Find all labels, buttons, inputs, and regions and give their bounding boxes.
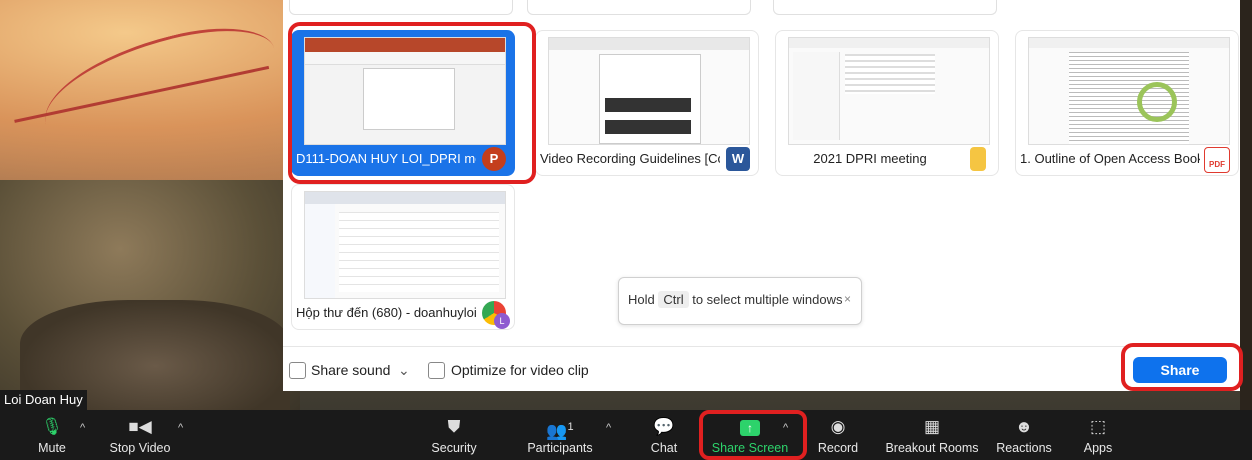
window-preview [548,37,750,145]
shield-icon: ⛊ [447,417,461,436]
window-preview [1028,37,1230,145]
window-tile-chrome[interactable]: Hộp thư đến (680) - doanhuyloid... L [291,184,515,330]
folder-icon [970,147,986,171]
window-title: 2021 DPRI meeting [813,151,927,166]
breakout-rooms-button[interactable]: ▦ Breakout Rooms [880,410,984,460]
apps-button[interactable]: ⬚ Apps [1078,410,1118,460]
apps-icon: ⬚ [1089,417,1107,436]
window-tile-pdf[interactable]: 1. Outline of Open Access Book (... PDF [1015,30,1239,176]
pdf-icon: PDF [1204,147,1230,173]
optimize-video-checkbox[interactable] [428,362,445,379]
optimize-video-label: Optimize for video clip [451,362,589,378]
reactions-button[interactable]: ☻ Reactions [994,410,1054,460]
participant-name: Loi Doan Huy [0,390,87,410]
chat-button[interactable]: 💬 Chat [644,410,684,460]
video-options-caret[interactable]: ^ [178,422,183,434]
window-preview [788,37,990,145]
share-sound-checkbox[interactable] [289,362,306,379]
meeting-toolbar: 🎙 Mute ^ ■◀ Stop Video ^ ⛊ Security 👥1 P… [0,410,1252,460]
background-edge [1240,0,1252,410]
tooltip-text: Hold Ctrl to select multiple windows [628,291,843,308]
mute-button[interactable]: 🎙 Mute [30,410,74,460]
window-preview [304,191,506,299]
highlight-share-button [1121,343,1243,391]
participants-button[interactable]: 👥1 Participants [520,410,600,460]
previous-row-thumbnails [283,0,1240,18]
highlight-share-screen [699,410,807,460]
participants-options-caret[interactable]: ^ [606,422,611,434]
participants-icon: 👥1 [546,421,574,441]
window-title: Hộp thư đến (680) - doanhuyloid... [296,305,476,320]
share-options-bar: Share sound ⌄ Optimize for video clip Sh… [283,346,1240,391]
breakout-rooms-icon: ▦ [923,417,941,436]
chat-icon: 💬 [653,417,675,436]
multi-select-tooltip: Hold Ctrl to select multiple windows × [618,277,862,325]
stop-video-button[interactable]: ■◀ Stop Video [100,410,180,460]
record-button[interactable]: ◉ Record [814,410,862,460]
share-sound-label: Share sound [311,362,391,378]
record-icon: ◉ [830,417,846,436]
window-title: 1. Outline of Open Access Book (... [1020,151,1200,166]
window-tile-folder[interactable]: 2021 DPRI meeting [775,30,999,176]
window-title: Video Recording Guidelines [Co... [540,151,720,166]
share-sound-dropdown[interactable]: ⌄ [398,362,410,378]
mute-options-caret[interactable]: ^ [80,422,85,434]
word-icon: W [726,147,750,171]
chrome-icon: L [482,301,510,329]
video-camera-icon: ■◀ [128,417,152,436]
window-tile-word[interactable]: Video Recording Guidelines [Co... W [535,30,759,176]
security-button[interactable]: ⛊ Security [426,410,482,460]
highlight-selected-window [288,22,536,184]
close-icon[interactable]: × [844,292,851,306]
emoji-icon: ☻ [1015,417,1033,436]
microphone-icon: 🎙 [41,417,63,436]
